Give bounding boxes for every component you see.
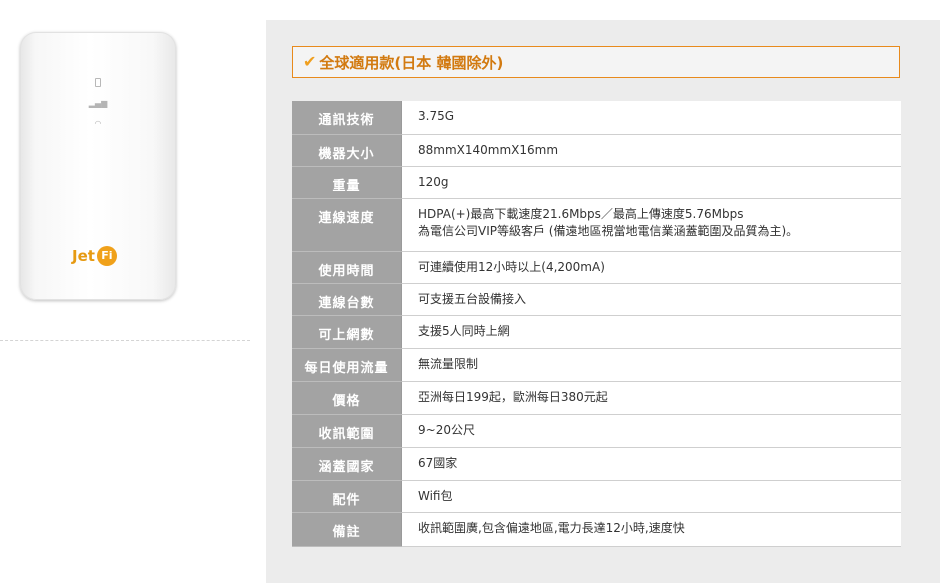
spec-value: 120g bbox=[401, 166, 901, 199]
spec-value: 亞洲每日199起，歐洲每日380元起 bbox=[401, 381, 901, 415]
spec-row: 價格 亞洲每日199起，歐洲每日380元起 bbox=[292, 381, 901, 415]
spec-value: 收訊範圍廣,包含偏遠地區,電力長達12小時,速度快 bbox=[401, 512, 901, 547]
spec-value: 可支援五台設備接入 bbox=[401, 283, 901, 316]
spec-row: 機器大小 88mmX140mmX16mm bbox=[292, 134, 901, 167]
spec-label: 重量 bbox=[292, 166, 402, 199]
spec-label: 涵蓋國家 bbox=[292, 447, 402, 481]
checkmark-icon: ✔ bbox=[303, 52, 317, 71]
spec-value-line: 可連續使用12小時以上(4,200mA) bbox=[418, 259, 605, 274]
spec-value: 88mmX140mmX16mm bbox=[401, 134, 901, 167]
spec-value-line: 亞洲每日199起，歐洲每日380元起 bbox=[418, 389, 608, 404]
section-title-box: ✔ 全球適用款(日本 韓國除外) bbox=[292, 46, 900, 78]
spec-label: 價格 bbox=[292, 381, 402, 415]
spec-row: 可上網數 支援5人同時上網 bbox=[292, 315, 901, 349]
spec-row: 連線速度 HDPA(+)最高下載速度21.6Mbps／最高上傳速度5.76Mbps… bbox=[292, 198, 901, 252]
spec-value: 無流量限制 bbox=[401, 348, 901, 382]
logo-text: Jet bbox=[72, 247, 95, 265]
spec-value-line: 收訊範圍廣,包含偏遠地區,電力長達12小時,速度快 bbox=[418, 520, 685, 535]
jetfi-device-image: ▂▄▆ ◠ Jet Fi bbox=[20, 32, 176, 300]
spec-table: 通訊技術 3.75G 機器大小 88mmX140mmX16mm 重量 120g 連線速度 HD… bbox=[292, 101, 901, 547]
logo-badge: Fi bbox=[96, 246, 117, 266]
spec-row: 備註 收訊範圍廣,包含偏遠地區,電力長達12小時,速度快 bbox=[292, 512, 901, 547]
spec-value-line: 無流量限制 bbox=[418, 356, 479, 371]
spec-row: 通訊技術 3.75G bbox=[292, 101, 901, 135]
spec-label: 通訊技術 bbox=[292, 101, 402, 135]
spec-row: 配件 Wifi包 bbox=[292, 480, 901, 513]
spec-value: 9~20公尺 bbox=[401, 414, 901, 448]
battery-icon bbox=[95, 78, 101, 87]
signal-icon: ▂▄▆ bbox=[88, 99, 108, 108]
wifi-icon: ◠ bbox=[94, 119, 102, 128]
spec-row: 涵蓋國家 67國家 bbox=[292, 447, 901, 481]
spec-value: 3.75G bbox=[401, 101, 901, 135]
spec-value-line: 9~20公尺 bbox=[418, 422, 475, 437]
spec-value: HDPA(+)最高下載速度21.6Mbps／最高上傳速度5.76Mbps 為電信公… bbox=[401, 198, 901, 252]
spec-value-line: 可支援五台設備接入 bbox=[418, 291, 527, 306]
spec-value: 支援5人同時上網 bbox=[401, 315, 901, 349]
section-title: 全球適用款(日本 韓國除外) bbox=[319, 53, 504, 72]
spec-label: 收訊範圍 bbox=[292, 414, 402, 448]
spec-value: Wifi包 bbox=[401, 480, 901, 513]
spec-label: 配件 bbox=[292, 480, 402, 513]
spec-row: 使用時間 可連續使用12小時以上(4,200mA) bbox=[292, 251, 901, 284]
spec-value: 67國家 bbox=[401, 447, 901, 481]
spec-row: 每日使用流量 無流量限制 bbox=[292, 348, 901, 382]
spec-value-line: 88mmX140mmX16mm bbox=[418, 142, 559, 157]
spec-value-line: HDPA(+)最高下載速度21.6Mbps／最高上傳速度5.76Mbps bbox=[418, 206, 744, 221]
spec-value-line: Wifi包 bbox=[418, 488, 453, 503]
spec-label: 每日使用流量 bbox=[292, 348, 402, 382]
spec-row: 連線台數 可支援五台設備接入 bbox=[292, 283, 901, 316]
spec-label: 備註 bbox=[292, 512, 402, 547]
dashed-divider bbox=[0, 340, 250, 341]
spec-panel: ✔ 全球適用款(日本 韓國除外) 通訊技術 3.75G 機器大小 88mmX140mm… bbox=[266, 20, 940, 583]
product-image-area: ▂▄▆ ◠ Jet Fi bbox=[0, 0, 260, 583]
spec-value-line: 3.75G bbox=[418, 109, 455, 123]
spec-value-line: 120g bbox=[418, 174, 449, 189]
spec-value-line: 為電信公司VIP等級客戶 (備遠地區視當地電信業涵蓋範圍及品質為主)。 bbox=[418, 223, 799, 238]
spec-value-line: 支援5人同時上網 bbox=[418, 323, 510, 338]
spec-label: 連線台數 bbox=[292, 283, 402, 316]
spec-value: 可連續使用12小時以上(4,200mA) bbox=[401, 251, 901, 284]
spec-row: 收訊範圍 9~20公尺 bbox=[292, 414, 901, 448]
spec-label: 機器大小 bbox=[292, 134, 402, 167]
spec-row: 重量 120g bbox=[292, 166, 901, 199]
spec-label: 使用時間 bbox=[292, 251, 402, 284]
jetfi-logo: Jet Fi bbox=[72, 246, 117, 266]
spec-label: 可上網數 bbox=[292, 315, 402, 349]
spec-value-line: 67國家 bbox=[418, 455, 458, 470]
spec-label: 連線速度 bbox=[292, 198, 402, 252]
